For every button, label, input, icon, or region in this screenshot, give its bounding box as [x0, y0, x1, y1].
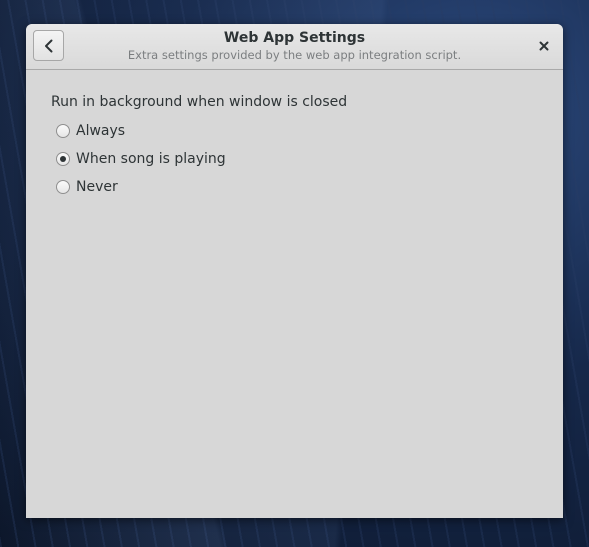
- background-setting-label: Run in background when window is closed: [51, 94, 348, 110]
- dialog-subtitle: Extra settings provided by the web app i…: [127, 48, 462, 62]
- radio-button-never[interactable]: [56, 180, 70, 194]
- radio-selected-dot: [60, 156, 66, 162]
- radio-label-always[interactable]: Always: [76, 123, 125, 139]
- radio-label-when-song-is-playing[interactable]: When song is playing: [76, 151, 226, 167]
- radio-option-always[interactable]: Always: [56, 117, 347, 145]
- close-icon: [539, 36, 549, 55]
- settings-content: Run in background when window is closed …: [51, 93, 347, 201]
- radio-label-never[interactable]: Never: [76, 179, 118, 195]
- radio-option-when-song-is-playing[interactable]: When song is playing: [56, 145, 347, 173]
- close-button[interactable]: [533, 34, 555, 56]
- back-button[interactable]: [33, 30, 64, 61]
- dialog-title: Web App Settings: [223, 30, 366, 46]
- header-bar: Web App Settings Extra settings provided…: [26, 24, 563, 70]
- chevron-left-icon: [43, 39, 55, 53]
- radio-button-when-song-is-playing[interactable]: [56, 152, 70, 166]
- radio-button-always[interactable]: [56, 124, 70, 138]
- settings-dialog: Web App Settings Extra settings provided…: [26, 24, 563, 518]
- header-titles: Web App Settings Extra settings provided…: [86, 29, 503, 63]
- radio-option-never[interactable]: Never: [56, 173, 347, 201]
